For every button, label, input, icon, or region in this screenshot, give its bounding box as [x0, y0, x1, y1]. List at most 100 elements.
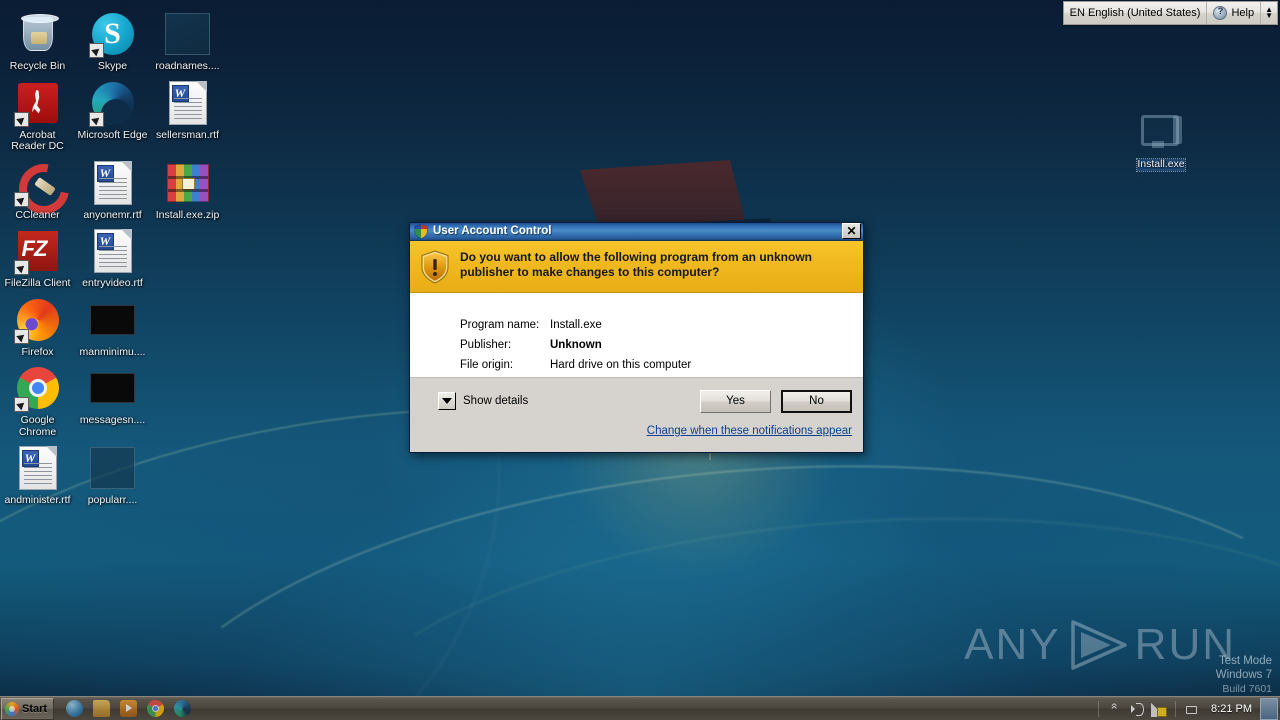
detail-row-file-origin: File origin: Hard drive on this computer — [460, 357, 863, 373]
desktop-icon-filezilla-client[interactable]: FileZilla Client — [0, 223, 75, 292]
show-details-button[interactable]: Show details — [438, 391, 529, 410]
desktop-icon-label: andminister.rtf — [4, 494, 71, 506]
desktop-icon-row: Acrobat Reader DC Microsoft Edge Wsellersm… — [0, 75, 230, 155]
close-icon[interactable]: ✕ — [842, 223, 861, 240]
desktop[interactable]: Recycle Bin S Skype roadnames.... Acrobat Re… — [0, 0, 1280, 720]
desktop-icon-row: Recycle Bin S Skype roadnames.... — [0, 6, 230, 75]
clock[interactable]: 8:21 PM — [1203, 703, 1260, 715]
language-bar[interactable]: EN English (United States) Help ▲ ▼ — [1062, 1, 1278, 25]
user-account-control-dialog[interactable]: User Account Control ✕ Do you want to al… — [409, 222, 864, 453]
desktop-icon-label: roadnames.... — [155, 60, 220, 72]
desktop-icon-anyonemr-rtf[interactable]: Wanyonemr.rtf — [75, 155, 150, 224]
file-thumbnail-icon — [89, 364, 137, 412]
desktop-icon-andminister-rtf[interactable]: Wandminister.rtf — [0, 440, 75, 509]
desktop-icon-roadnames[interactable]: roadnames.... — [150, 6, 225, 75]
recycle-bin-icon — [14, 10, 62, 58]
network-icon[interactable] — [1151, 700, 1168, 717]
desktop-icon-install-exe[interactable]: Install.exe — [1125, 108, 1197, 172]
shortcut-arrow-icon — [88, 43, 104, 58]
shortcut-arrow-icon — [88, 111, 104, 127]
desktop-icon-entryvideo-rtf[interactable]: Wentryvideo.rtf — [75, 223, 150, 292]
no-button[interactable]: No — [781, 389, 852, 413]
shortcut-arrow-icon — [13, 328, 29, 344]
tray-divider — [1175, 700, 1177, 717]
ccleaner-icon — [13, 159, 62, 207]
shortcut-arrow-icon — [13, 260, 29, 275]
desktop-icon-ccleaner[interactable]: CCleaner — [0, 155, 75, 224]
internet-explorer-icon[interactable] — [66, 700, 84, 717]
desktop-icon-skype[interactable]: S Skype — [75, 6, 150, 75]
dialog-title-bar[interactable]: User Account Control ✕ — [410, 223, 863, 241]
filezilla-icon — [13, 227, 62, 275]
show-hidden-icons-arrow-icon[interactable] — [1107, 701, 1123, 717]
desktop-icon-row: Wandminister.rtf popularr.... — [0, 440, 230, 509]
desktop-icon-manminimu[interactable]: manminimu.... — [75, 292, 150, 361]
language-label: EN English (United States) — [1069, 7, 1201, 19]
rtf-document-icon: W — [89, 227, 137, 275]
desktop-icon-label: Acrobat Reader DC — [11, 128, 64, 152]
play-triangle-icon — [1070, 620, 1127, 670]
rtf-document-icon: W — [164, 79, 212, 127]
shortcut-arrow-icon — [13, 111, 29, 127]
desktop-icon-empty — [150, 292, 225, 361]
warning-shield-icon — [421, 250, 449, 284]
rtf-document-icon: W — [89, 159, 137, 207]
desktop-icon-label: Install.exe — [1136, 158, 1186, 172]
microsoft-edge-icon[interactable] — [174, 700, 192, 717]
volume-icon[interactable] — [1129, 701, 1145, 717]
desktop-icon-install-exe-zip[interactable]: Install.exe.zip — [150, 155, 225, 224]
microsoft-edge-icon — [88, 79, 137, 127]
desktop-icon-microsoft-edge[interactable]: Microsoft Edge — [75, 75, 150, 155]
desktop-icon-recycle-bin[interactable]: Recycle Bin — [0, 6, 75, 75]
detail-label: Publisher: — [460, 338, 512, 351]
windows-explorer-icon[interactable] — [93, 700, 111, 717]
dialog-question-text: Do you want to allow the following progr… — [460, 249, 812, 279]
action-center-icon[interactable] — [1184, 701, 1200, 717]
desktop-icon-label: messagesn.... — [79, 414, 146, 426]
yes-button[interactable]: Yes — [700, 389, 771, 413]
desktop-icon-acrobat-reader-dc[interactable]: Acrobat Reader DC — [0, 75, 75, 155]
desktop-icon-label: Recycle Bin — [9, 60, 66, 72]
google-chrome-icon[interactable] — [147, 700, 165, 717]
language-bar-help-button[interactable]: Help — [1207, 2, 1262, 24]
language-bar-options-button[interactable]: ▲ ▼ — [1261, 2, 1277, 24]
empty-icon — [164, 444, 212, 492]
language-indicator[interactable]: EN English (United States) — [1064, 2, 1208, 24]
detail-value: Unknown — [550, 338, 602, 351]
desktop-icon-label: CCleaner — [15, 208, 60, 221]
chevron-down-icon — [438, 391, 456, 410]
system-tray[interactable]: 8:21 PM — [1093, 697, 1280, 720]
desktop-icon-firefox[interactable]: Firefox — [0, 292, 75, 361]
show-desktop-button[interactable] — [1260, 697, 1278, 720]
desktop-icon-label: Google Chrome — [18, 414, 57, 438]
desktop-icon-label: Microsoft Edge — [77, 128, 148, 141]
help-label: Help — [1231, 7, 1255, 19]
dialog-footer: Show details Yes No Change when these no… — [410, 376, 863, 452]
desktop-icon-google-chrome[interactable]: Google Chrome — [0, 360, 75, 440]
change-notifications-link[interactable]: Change when these notifications appear — [647, 425, 852, 437]
desktop-icon-sellersman-rtf[interactable]: Wsellersman.rtf — [150, 75, 225, 155]
monitor-icon — [1137, 108, 1185, 156]
show-details-label: Show details — [463, 394, 529, 407]
desktop-icon-grid[interactable]: Recycle Bin S Skype roadnames.... Acrobat Re… — [0, 6, 230, 509]
desktop-icon-messagesn[interactable]: messagesn.... — [75, 360, 150, 440]
taskbar[interactable]: Start 8:21 PM — [0, 696, 1280, 720]
watermark-run-text: RUN — [1134, 620, 1236, 669]
desktop-icon-row: Google Chrome messagesn.... — [0, 360, 230, 440]
tray-divider — [1098, 700, 1100, 717]
media-player-icon[interactable] — [120, 700, 138, 717]
windows-logo-icon — [5, 701, 19, 716]
desktop-icon-empty — [150, 360, 225, 440]
zip-archive-icon — [164, 159, 212, 207]
desktop-icon-label: Firefox — [21, 345, 54, 358]
empty-icon — [164, 364, 212, 412]
desktop-icon-popularr[interactable]: popularr.... — [75, 440, 150, 509]
shortcut-arrow-icon — [13, 191, 29, 207]
dialog-details-panel: Program name: Install.exe Publisher: Unk… — [410, 292, 863, 377]
quick-launch-bar[interactable] — [66, 698, 192, 720]
empty-icon — [164, 227, 212, 275]
system-info-watermark: Test Mode Windows 7 Build 7601 — [1216, 654, 1272, 696]
desktop-icon-label: Skype — [97, 60, 128, 72]
shortcut-arrow-icon — [13, 397, 29, 412]
start-button[interactable]: Start — [1, 697, 55, 720]
